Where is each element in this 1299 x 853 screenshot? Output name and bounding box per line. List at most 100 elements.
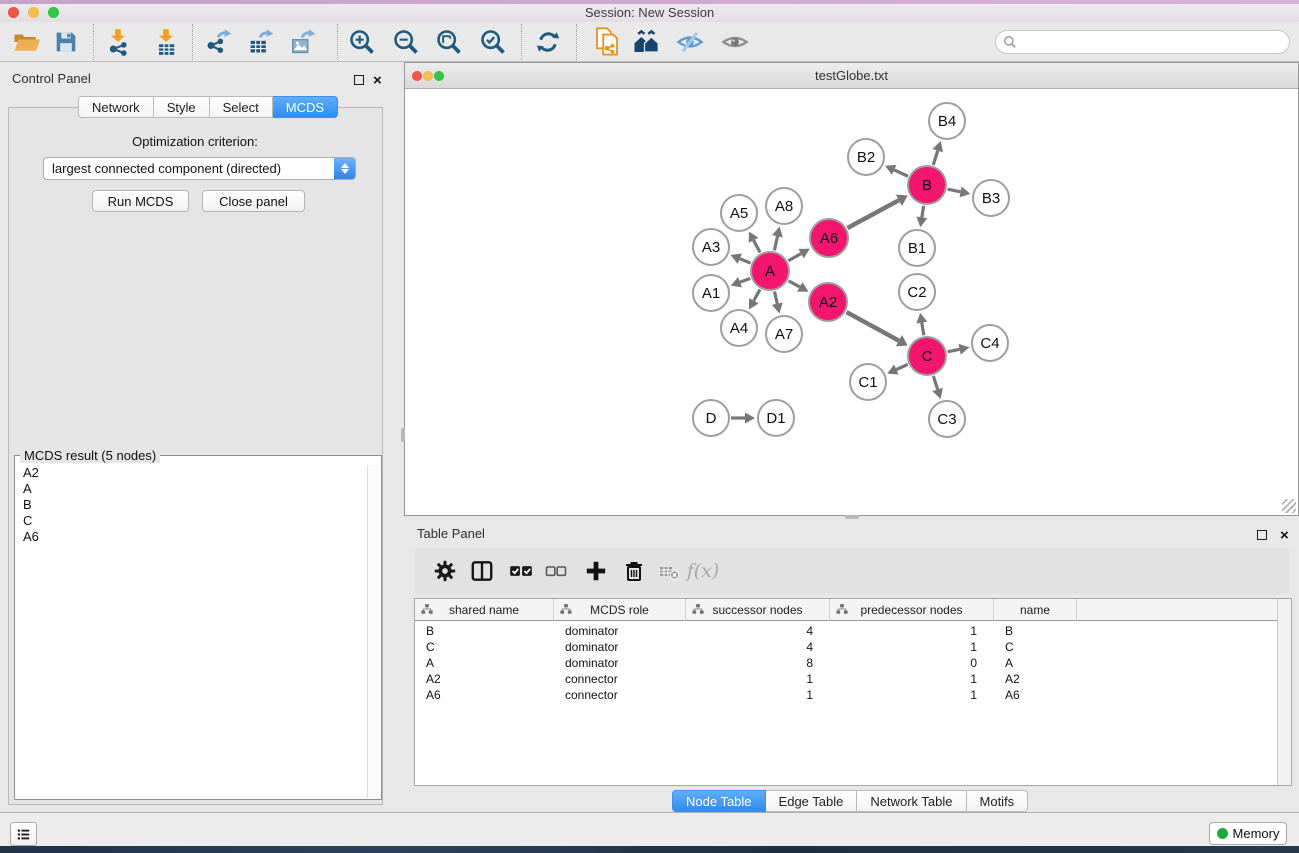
graph-node-C1[interactable]: C1: [850, 364, 886, 400]
graph-node-A8[interactable]: A8: [766, 188, 802, 224]
graph-edge-B-B2[interactable]: [894, 170, 908, 176]
table-row[interactable]: Bdominator41B: [415, 623, 1291, 639]
table-row[interactable]: Cdominator41C: [415, 639, 1291, 655]
show-graphics-details-button[interactable]: [718, 25, 752, 59]
table-scrollbar[interactable]: [1277, 599, 1291, 785]
graph-node-C2[interactable]: C2: [899, 274, 935, 310]
graph-edge-A-A2[interactable]: [789, 281, 800, 287]
graph-node-A[interactable]: A: [751, 252, 789, 290]
graph-edge-A6-B[interactable]: [847, 200, 898, 228]
table-tab-node-table[interactable]: Node Table: [672, 790, 766, 812]
graph-node-D1[interactable]: D1: [758, 400, 794, 436]
export-table-button[interactable]: [243, 25, 277, 59]
graph-edge-A-A5[interactable]: [754, 240, 760, 252]
graph-edge-A-A7[interactable]: [775, 291, 778, 303]
table-panel-float-button[interactable]: [1257, 527, 1267, 545]
graph-edge-C-C4[interactable]: [948, 349, 960, 351]
delete-table-button[interactable]: [652, 554, 686, 588]
window-resize-grip[interactable]: [1282, 499, 1296, 513]
delete-column-button[interactable]: [617, 554, 651, 588]
graph-edge-B-B3[interactable]: [948, 189, 961, 192]
graph-node-A3[interactable]: A3: [693, 229, 729, 265]
graph-edge-A-A6[interactable]: [788, 254, 801, 261]
graph-edge-A-A4[interactable]: [754, 289, 760, 300]
zoom-selected-button[interactable]: [476, 25, 510, 59]
table-panel-close-button[interactable]: ×: [1280, 527, 1289, 545]
horizontal-splitter-handle[interactable]: [845, 515, 859, 519]
table-row[interactable]: Adominator80A: [415, 655, 1291, 671]
graph-node-A5[interactable]: A5: [721, 195, 757, 231]
column-header-successor-nodes[interactable]: successor nodes: [686, 599, 830, 621]
graph-node-A7[interactable]: A7: [766, 316, 802, 352]
save-session-button[interactable]: [49, 25, 83, 59]
graph-edge-B-B4[interactable]: [933, 151, 937, 165]
refresh-button[interactable]: [531, 25, 565, 59]
mcds-result-item[interactable]: A: [16, 481, 367, 497]
graph-edge-A-A1[interactable]: [740, 278, 750, 282]
import-table-button[interactable]: [149, 25, 183, 59]
graph-node-B2[interactable]: B2: [848, 139, 884, 175]
open-session-button[interactable]: [10, 25, 44, 59]
search-field[interactable]: [995, 30, 1290, 54]
table-settings-button[interactable]: [428, 554, 462, 588]
graph-node-A1[interactable]: A1: [693, 275, 729, 311]
maximize-traffic-light[interactable]: [48, 7, 59, 18]
graph-node-B3[interactable]: B3: [973, 180, 1009, 216]
graph-node-B1[interactable]: B1: [899, 230, 935, 266]
tab-style[interactable]: Style: [154, 96, 210, 118]
function-builder-button[interactable]: f(x): [686, 554, 720, 588]
table-tab-network-table[interactable]: Network Table: [857, 790, 966, 812]
close-traffic-light[interactable]: [8, 7, 19, 18]
control-panel-close-button[interactable]: ×: [373, 72, 382, 90]
graph-node-D[interactable]: D: [693, 400, 729, 436]
home-button[interactable]: [630, 25, 664, 59]
close-panel-button[interactable]: Close panel: [202, 190, 305, 212]
network-document-button[interactable]: [590, 25, 624, 59]
graph-node-C[interactable]: C: [908, 337, 946, 375]
column-visibility-button[interactable]: [465, 554, 499, 588]
mcds-result-item[interactable]: A2: [16, 465, 367, 481]
zoom-fit-button[interactable]: [432, 25, 466, 59]
graph-node-A2[interactable]: A2: [809, 283, 847, 321]
export-image-button[interactable]: [285, 25, 319, 59]
graph-node-C3[interactable]: C3: [929, 401, 965, 437]
vertical-splitter-handle[interactable]: [401, 428, 405, 442]
graph-edge-B-B1[interactable]: [922, 206, 924, 218]
column-header-shared-name[interactable]: shared name: [415, 599, 554, 621]
run-mcds-button[interactable]: Run MCDS: [92, 190, 189, 212]
network-minimize-traffic-light[interactable]: [423, 71, 433, 81]
column-header-predecessor-nodes[interactable]: predecessor nodes: [830, 599, 994, 621]
network-canvas[interactable]: B4B2BB3A8A5A6A3B1AC2A1A2A4A7C4CC1C3DD1: [405, 89, 1298, 515]
mcds-result-list[interactable]: A2ABCA6: [16, 465, 367, 798]
control-panel-float-button[interactable]: [354, 72, 364, 90]
search-input[interactable]: [1021, 35, 1271, 50]
graph-node-A4[interactable]: A4: [721, 310, 757, 346]
mcds-result-item[interactable]: C: [16, 513, 367, 529]
add-column-button[interactable]: [579, 554, 613, 588]
optimization-criterion-dropdown[interactable]: largest connected component (directed): [43, 157, 356, 180]
import-network-button[interactable]: [101, 25, 135, 59]
mcds-result-item[interactable]: A6: [16, 529, 367, 545]
column-header-name[interactable]: name: [994, 599, 1077, 621]
graph-node-B[interactable]: B: [908, 166, 946, 204]
tab-select[interactable]: Select: [210, 96, 273, 118]
export-network-button[interactable]: [201, 25, 235, 59]
network-close-traffic-light[interactable]: [412, 71, 422, 81]
network-window-titlebar[interactable]: testGlobe.txt: [405, 63, 1298, 89]
hide-graphics-details-button[interactable]: [673, 25, 707, 59]
tab-network[interactable]: Network: [78, 96, 154, 118]
graph-node-C4[interactable]: C4: [972, 325, 1008, 361]
minimize-traffic-light[interactable]: [28, 7, 39, 18]
graph-node-B4[interactable]: B4: [929, 103, 965, 139]
graph-edge-C-C3[interactable]: [933, 376, 937, 389]
graph-edge-A-A8[interactable]: [774, 236, 777, 250]
graph-edge-A2-C[interactable]: [846, 312, 898, 341]
result-scrollbar[interactable]: [367, 465, 380, 798]
graph-edge-A-A3[interactable]: [740, 259, 751, 263]
zoom-out-button[interactable]: [389, 25, 423, 59]
table-row[interactable]: A2connector11A2: [415, 671, 1291, 687]
table-row[interactable]: A6connector11A6: [415, 687, 1291, 703]
graph-edge-C-C1[interactable]: [896, 364, 907, 369]
tab-mcds[interactable]: MCDS: [273, 96, 338, 118]
graph-edge-C-C2[interactable]: [922, 323, 924, 336]
